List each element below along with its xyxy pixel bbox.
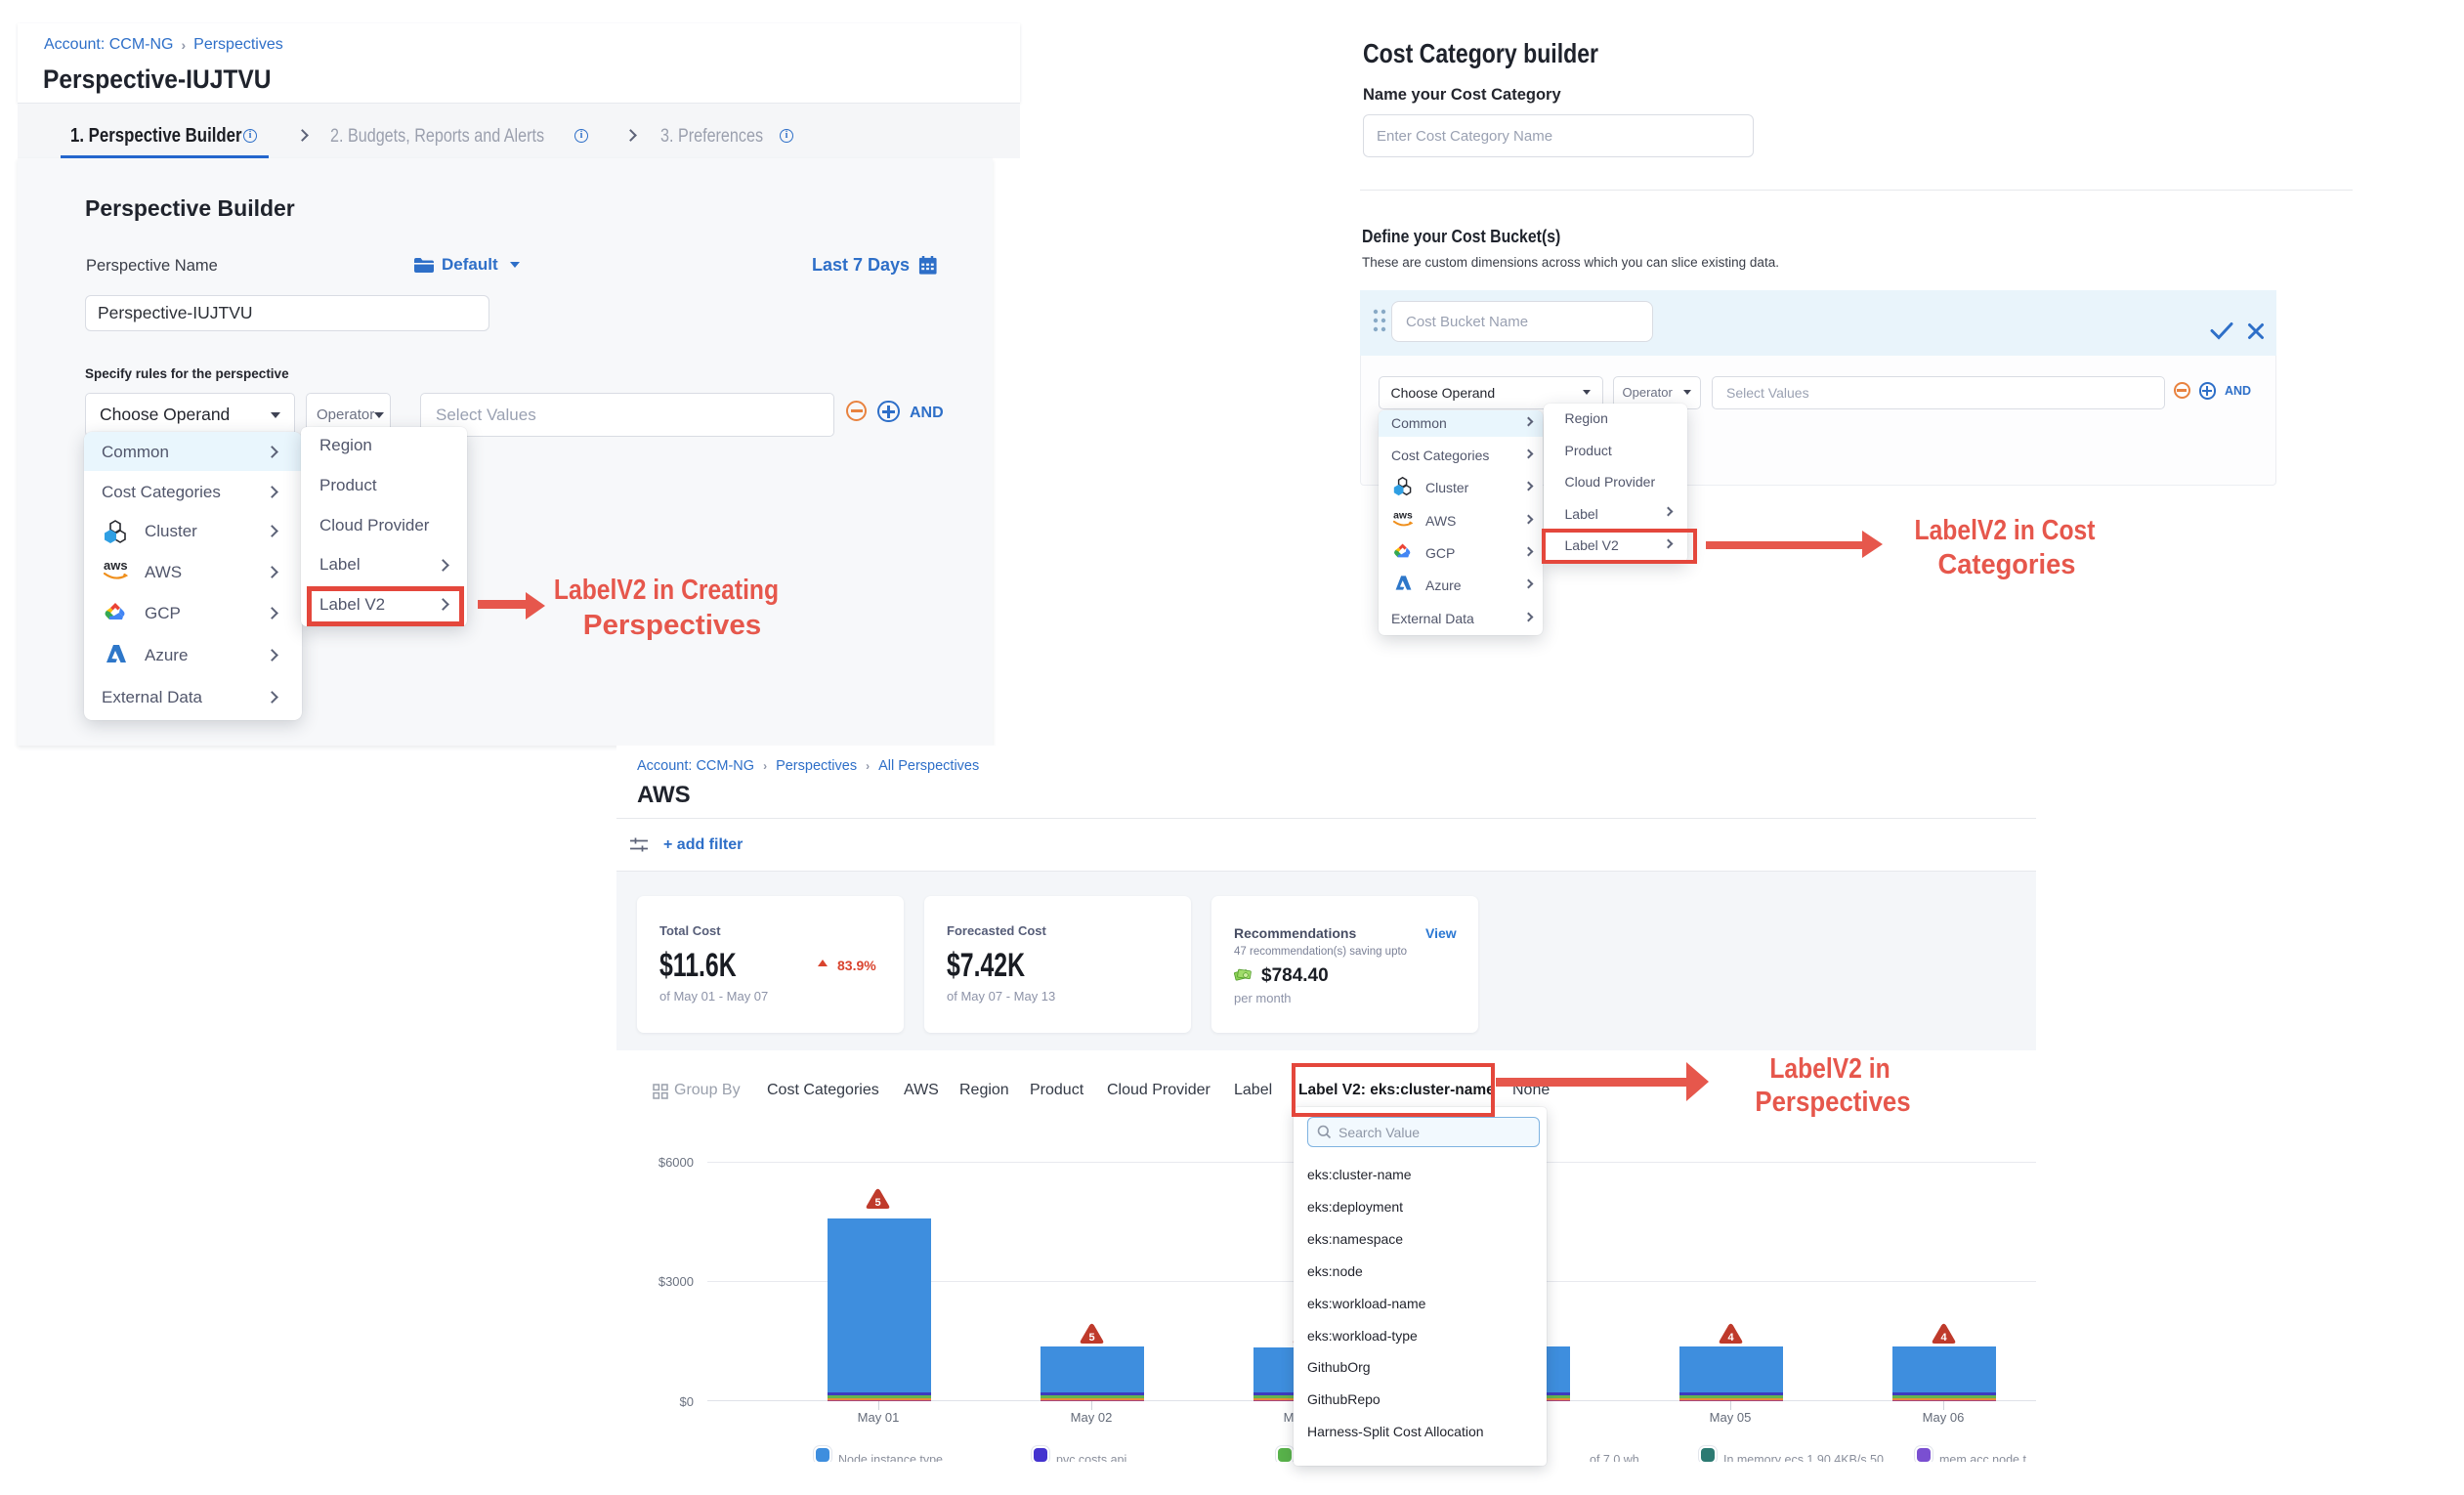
- svg-text:4: 4: [1727, 1332, 1734, 1344]
- svg-text:aws: aws: [104, 558, 128, 573]
- svg-text:4: 4: [1940, 1332, 1947, 1344]
- svg-text:5: 5: [874, 1197, 880, 1209]
- svg-text:5: 5: [1088, 1332, 1094, 1344]
- svg-text:aws: aws: [1393, 511, 1413, 522]
